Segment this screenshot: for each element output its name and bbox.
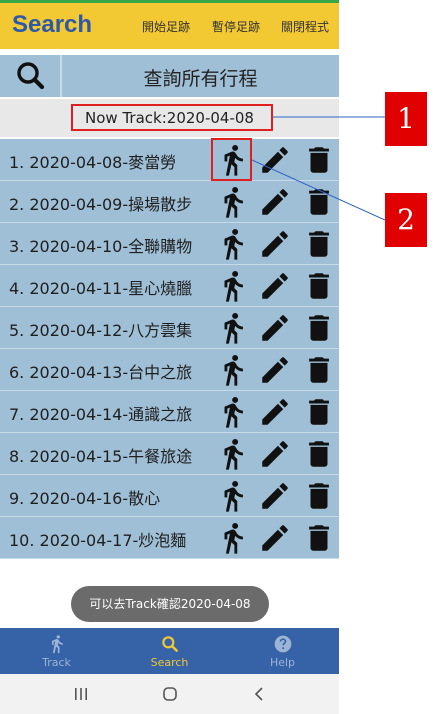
trash-icon[interactable] <box>302 185 336 219</box>
search-icon <box>162 636 178 652</box>
trip-row[interactable]: 3. 2020-04-10-全聯購物 <box>0 223 339 265</box>
trip-row[interactable]: 5. 2020-04-12-八方雲集 <box>0 307 339 349</box>
help-icon <box>274 635 292 653</box>
edit-pencil-icon[interactable] <box>258 521 292 555</box>
trash-icon[interactable] <box>302 479 336 513</box>
run-icon <box>52 635 63 654</box>
nav-help[interactable]: Help <box>226 628 339 674</box>
trip-row[interactable]: 7. 2020-04-14-通識之旅 <box>0 391 339 433</box>
run-icon[interactable] <box>216 395 250 429</box>
nav-track[interactable]: Track <box>0 628 113 674</box>
edit-pencil-icon[interactable] <box>258 353 292 387</box>
trip-label: 4. 2020-04-11-星心燒臘 <box>9 279 193 298</box>
edit-pencil-icon[interactable] <box>258 311 292 345</box>
run-icon[interactable] <box>216 227 250 261</box>
trash-icon[interactable] <box>302 143 336 177</box>
system-nav-bar <box>0 674 339 714</box>
trash-icon[interactable] <box>302 437 336 471</box>
nav-track-label: Track <box>42 656 71 669</box>
edit-pencil-icon[interactable] <box>258 143 292 177</box>
app-title: Search <box>12 11 93 38</box>
bottom-nav: Track Search Help <box>0 628 339 674</box>
app-bar: Search 開始足跡 暫停足跡 關閉程式 <box>0 3 339 49</box>
menu-pause-track[interactable]: 暫停足跡 <box>212 18 260 35</box>
menu-close-app[interactable]: 關閉程式 <box>281 18 329 35</box>
trash-icon[interactable] <box>302 227 336 261</box>
trash-icon[interactable] <box>302 521 336 555</box>
recents-button[interactable] <box>66 682 96 706</box>
back-button[interactable] <box>244 682 274 706</box>
trip-label: 6. 2020-04-13-台中之旅 <box>9 363 193 382</box>
trip-label: 9. 2020-04-16-散心 <box>9 489 161 508</box>
edit-pencil-icon[interactable] <box>258 185 292 219</box>
nav-search[interactable]: Search <box>113 628 226 674</box>
nav-search-label: Search <box>150 656 189 669</box>
back-icon <box>254 687 263 701</box>
run-icon[interactable] <box>216 521 250 555</box>
trash-icon[interactable] <box>302 311 336 345</box>
edit-pencil-icon[interactable] <box>258 227 292 261</box>
home-button[interactable] <box>155 682 185 706</box>
menu-start-track[interactable]: 開始足跡 <box>142 18 190 35</box>
highlight-box-run-icon <box>211 138 252 181</box>
toast-message: 可以去Track確認2020-04-08 <box>71 586 269 622</box>
trip-row[interactable]: 10. 2020-04-17-炒泡麵 <box>0 517 339 559</box>
highlight-box-current-track <box>71 104 273 131</box>
trip-label: 8. 2020-04-15-午餐旅途 <box>9 447 193 466</box>
trip-list: 1. 2020-04-08-麥當勞 2. 2020-04-09-操場散步 3. 20… <box>0 139 339 559</box>
run-icon[interactable] <box>216 185 250 219</box>
search-all-trips-label: 查詢所有行程 <box>143 68 258 90</box>
run-icon[interactable] <box>216 479 250 513</box>
nav-help-label: Help <box>269 656 296 669</box>
trip-row[interactable]: 8. 2020-04-15-午餐旅途 <box>0 433 339 475</box>
run-icon[interactable] <box>216 437 250 471</box>
trash-icon[interactable] <box>302 353 336 387</box>
recents-icon <box>75 688 87 700</box>
edit-pencil-icon[interactable] <box>258 437 292 471</box>
edit-pencil-icon[interactable] <box>258 479 292 513</box>
trash-icon[interactable] <box>302 395 336 429</box>
trip-label: 1. 2020-04-08-麥當勞 <box>9 153 177 172</box>
run-icon[interactable] <box>216 353 250 387</box>
trash-icon[interactable] <box>302 269 336 303</box>
edit-pencil-icon[interactable] <box>258 395 292 429</box>
search-icon <box>17 62 45 90</box>
trip-row[interactable]: 2. 2020-04-09-操場散步 <box>0 181 339 223</box>
search-button[interactable] <box>4 57 60 95</box>
edit-pencil-icon[interactable] <box>258 269 292 303</box>
trip-label: 7. 2020-04-14-通識之旅 <box>9 405 193 424</box>
trip-label: 2. 2020-04-09-操場散步 <box>9 195 193 214</box>
run-icon[interactable] <box>216 269 250 303</box>
home-icon <box>163 687 177 701</box>
trip-label: 3. 2020-04-10-全聯購物 <box>9 237 193 256</box>
callout-2: 2 <box>385 193 427 247</box>
trip-row[interactable]: 6. 2020-04-13-台中之旅 <box>0 349 339 391</box>
trip-row[interactable]: 9. 2020-04-16-散心 <box>0 475 339 517</box>
trip-row[interactable]: 1. 2020-04-08-麥當勞 <box>0 139 339 181</box>
search-all-trips-row[interactable]: 查詢所有行程 <box>0 55 339 97</box>
trip-row[interactable]: 4. 2020-04-11-星心燒臘 <box>0 265 339 307</box>
run-icon[interactable] <box>216 311 250 345</box>
callout-1: 1 <box>385 92 427 146</box>
trip-label: 10. 2020-04-17-炒泡麵 <box>9 531 187 550</box>
trip-label: 5. 2020-04-12-八方雲集 <box>9 321 193 340</box>
